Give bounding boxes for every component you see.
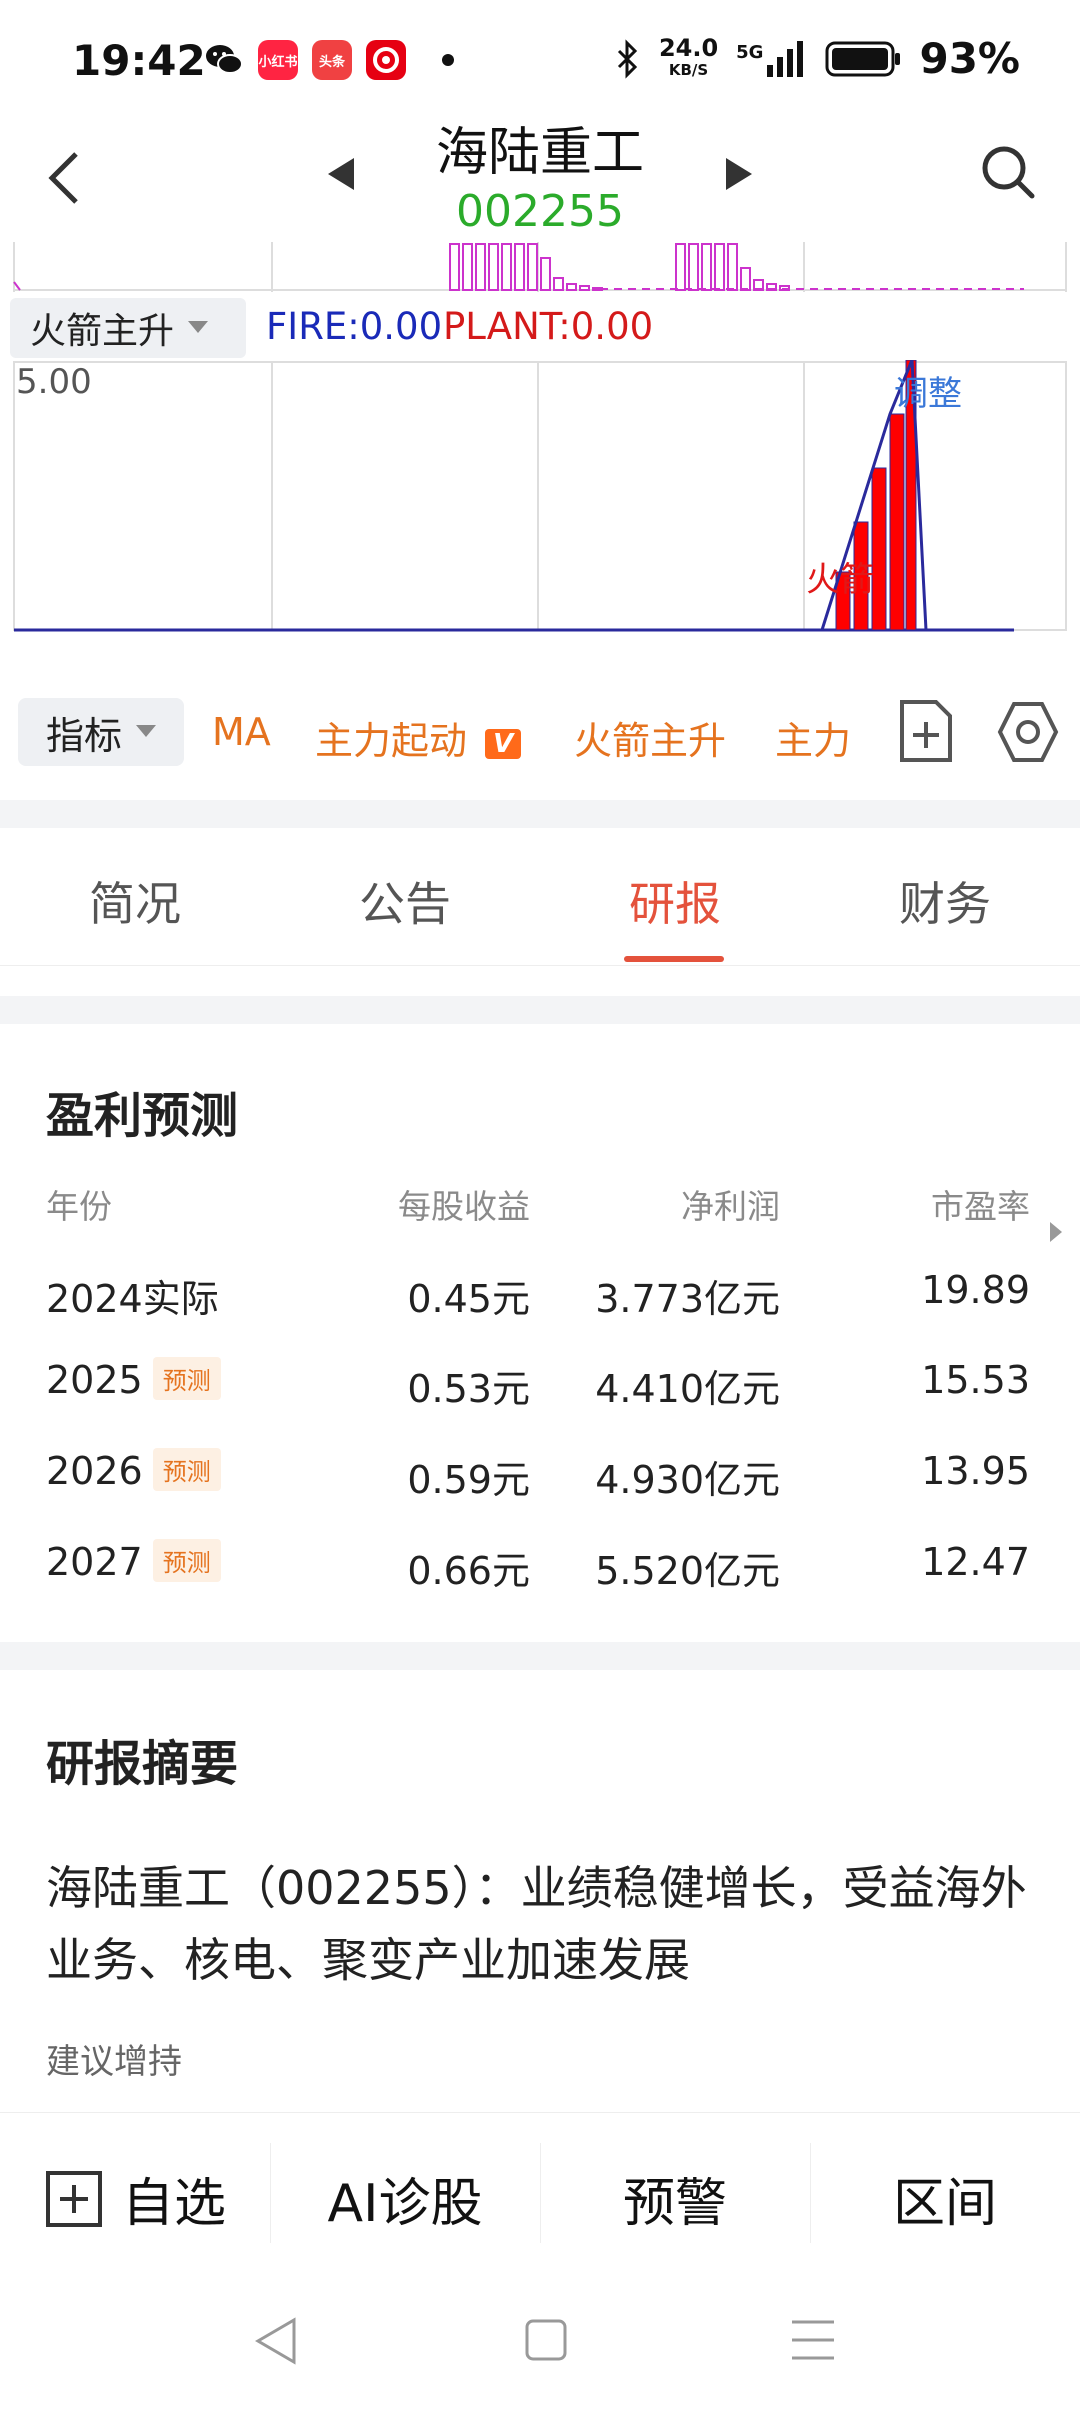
indicator-button[interactable]: 指标 [18, 698, 184, 766]
net-speed-value: 24.0 [658, 33, 719, 62]
net-speed: 24.0 KB/S [658, 33, 719, 81]
forecast-badge: 预测 [152, 1448, 221, 1491]
rating-recommendation: 建议增持 [46, 2042, 182, 2082]
year-value: 2026 [46, 1449, 143, 1493]
adjust-annotation: 调整 [894, 374, 962, 414]
next-stock-icon[interactable] [724, 156, 754, 192]
rocket-annotation: 火箭 [806, 560, 874, 600]
add-icon [45, 2170, 102, 2227]
plant-value: PLANT:0.00 [443, 305, 654, 348]
battery-icon [825, 41, 901, 76]
status-right: 24.0 KB/S 5G 93% [615, 34, 1020, 83]
section-divider [0, 1642, 1080, 1670]
section-divider [0, 996, 1080, 1024]
netease-icon [366, 40, 406, 80]
watchlist-label: 自选 [121, 2174, 226, 2234]
notification-icons: 小红书 头条 [204, 40, 454, 80]
col-profit: 净利润 [681, 1187, 780, 1226]
status-bar: 19:42 小红书 头条 24.0 KB/S 5G 93% [0, 0, 1080, 120]
summary-title: 研报摘要 [46, 1736, 239, 1792]
fire-value: FIRE:0.00 [266, 305, 443, 348]
forecast-badge: 预测 [152, 1539, 221, 1582]
indicator-ma[interactable]: MA [212, 710, 271, 754]
status-time: 19:42 [72, 36, 206, 85]
nav-back-icon[interactable] [254, 2316, 298, 2366]
forecast-row-pe: 13.95 [921, 1449, 1030, 1493]
search-icon[interactable] [980, 142, 1036, 202]
forecast-row-eps: 0.53元 [407, 1367, 530, 1411]
indicator-selector[interactable]: 火箭主升 [10, 298, 246, 358]
year-value: 2025 [46, 1358, 143, 1402]
forecast-row-pe: 15.53 [921, 1358, 1030, 1402]
tab-finance[interactable]: 财务 [810, 868, 1080, 934]
forecast-badge: 预测 [152, 1357, 221, 1400]
wechat-icon [206, 45, 243, 74]
forecast-row-profit: 4.930亿元 [595, 1458, 780, 1502]
tab-announcements[interactable]: 公告 [270, 868, 540, 934]
col-pe: 市盈率 [931, 1187, 1030, 1226]
forecast-row-pe: 12.47 [921, 1540, 1030, 1584]
col-eps: 每股收益 [398, 1187, 530, 1226]
forecast-row-pe: 19.89 [921, 1268, 1030, 1312]
nav-home-icon[interactable] [524, 2318, 568, 2362]
add-indicator-icon[interactable] [896, 698, 956, 764]
forecast-row-year: 2025 预测 [46, 1357, 221, 1404]
network-type: 5G [736, 41, 764, 63]
forecast-title: 盈利预测 [46, 1088, 239, 1144]
info-tabs: 简况 公告 研报 财务 [0, 830, 1080, 966]
section-divider [0, 800, 1080, 828]
forecast-row-year: 2027 预测 [46, 1539, 221, 1586]
tab-overview[interactable]: 简况 [0, 868, 270, 934]
signal-icon [767, 40, 804, 77]
net-speed-unit: KB/S [668, 60, 709, 79]
xiaohongshu-icon: 小红书 [258, 40, 298, 80]
indicator-rocket[interactable]: 火箭主升 [574, 710, 726, 765]
alert-button[interactable]: 预警 [540, 2161, 810, 2236]
vip-badge: V [485, 728, 522, 759]
scroll-right-icon[interactable] [1050, 1222, 1062, 1242]
forecast-row-year: 2024实际 [46, 1277, 219, 1321]
indicator-name: 火箭主升 [30, 311, 175, 352]
signal-5g: 5G [736, 39, 807, 79]
forecast-row-profit: 4.410亿元 [595, 1367, 780, 1411]
forecast-row-profit: 5.520亿元 [595, 1549, 780, 1593]
y-axis-max-label: 5.00 [16, 362, 92, 402]
volume-chart [13, 242, 1067, 292]
indicator-tab-row: 指标 MA 主力起动 V 火箭主升 主力 [0, 698, 1080, 770]
battery-percent: 93% [919, 34, 1020, 83]
forecast-row-eps: 0.59元 [407, 1458, 530, 1502]
indicator-main-start[interactable]: 主力起动 V [315, 710, 522, 765]
summary-headline[interactable]: 海陆重工（002255）：业绩稳健增长，受益海外业务、核电、聚变产业加速发展 [46, 1852, 1036, 1996]
forecast-row-eps: 0.45元 [407, 1277, 530, 1321]
tab-research[interactable]: 研报 [540, 868, 810, 934]
bottom-action-bar: 自选 AI诊股 预警 区间 [0, 2112, 1080, 2272]
forecast-row-profit: 3.773亿元 [595, 1277, 780, 1321]
active-tab-indicator [624, 956, 724, 962]
indicator-button-label: 指标 [45, 713, 122, 758]
col-year: 年份 [46, 1187, 112, 1226]
forecast-row-eps: 0.66元 [407, 1549, 530, 1593]
forecast-row-year: 2026 预测 [46, 1448, 221, 1495]
bluetooth-icon [617, 38, 638, 79]
nav-menu-icon[interactable] [790, 2318, 836, 2362]
toutiao-icon: 头条 [312, 40, 352, 80]
chevron-down-icon [136, 725, 156, 737]
settings-icon[interactable] [996, 700, 1060, 764]
more-notifications-dot [442, 54, 454, 66]
system-navigation [0, 2272, 1080, 2412]
indicator-main-force[interactable]: 主力 [775, 710, 851, 765]
stock-name: 海陆重工 [435, 123, 644, 183]
year-value: 2027 [46, 1540, 143, 1584]
ai-diagnosis-button[interactable]: AI诊股 [270, 2161, 540, 2236]
chevron-down-icon [188, 321, 209, 333]
range-button[interactable]: 区间 [810, 2161, 1080, 2236]
indicator-main-start-label: 主力起动 [315, 719, 468, 763]
add-watchlist-button[interactable]: 自选 [0, 2161, 270, 2236]
stock-code: 002255 [456, 186, 624, 237]
